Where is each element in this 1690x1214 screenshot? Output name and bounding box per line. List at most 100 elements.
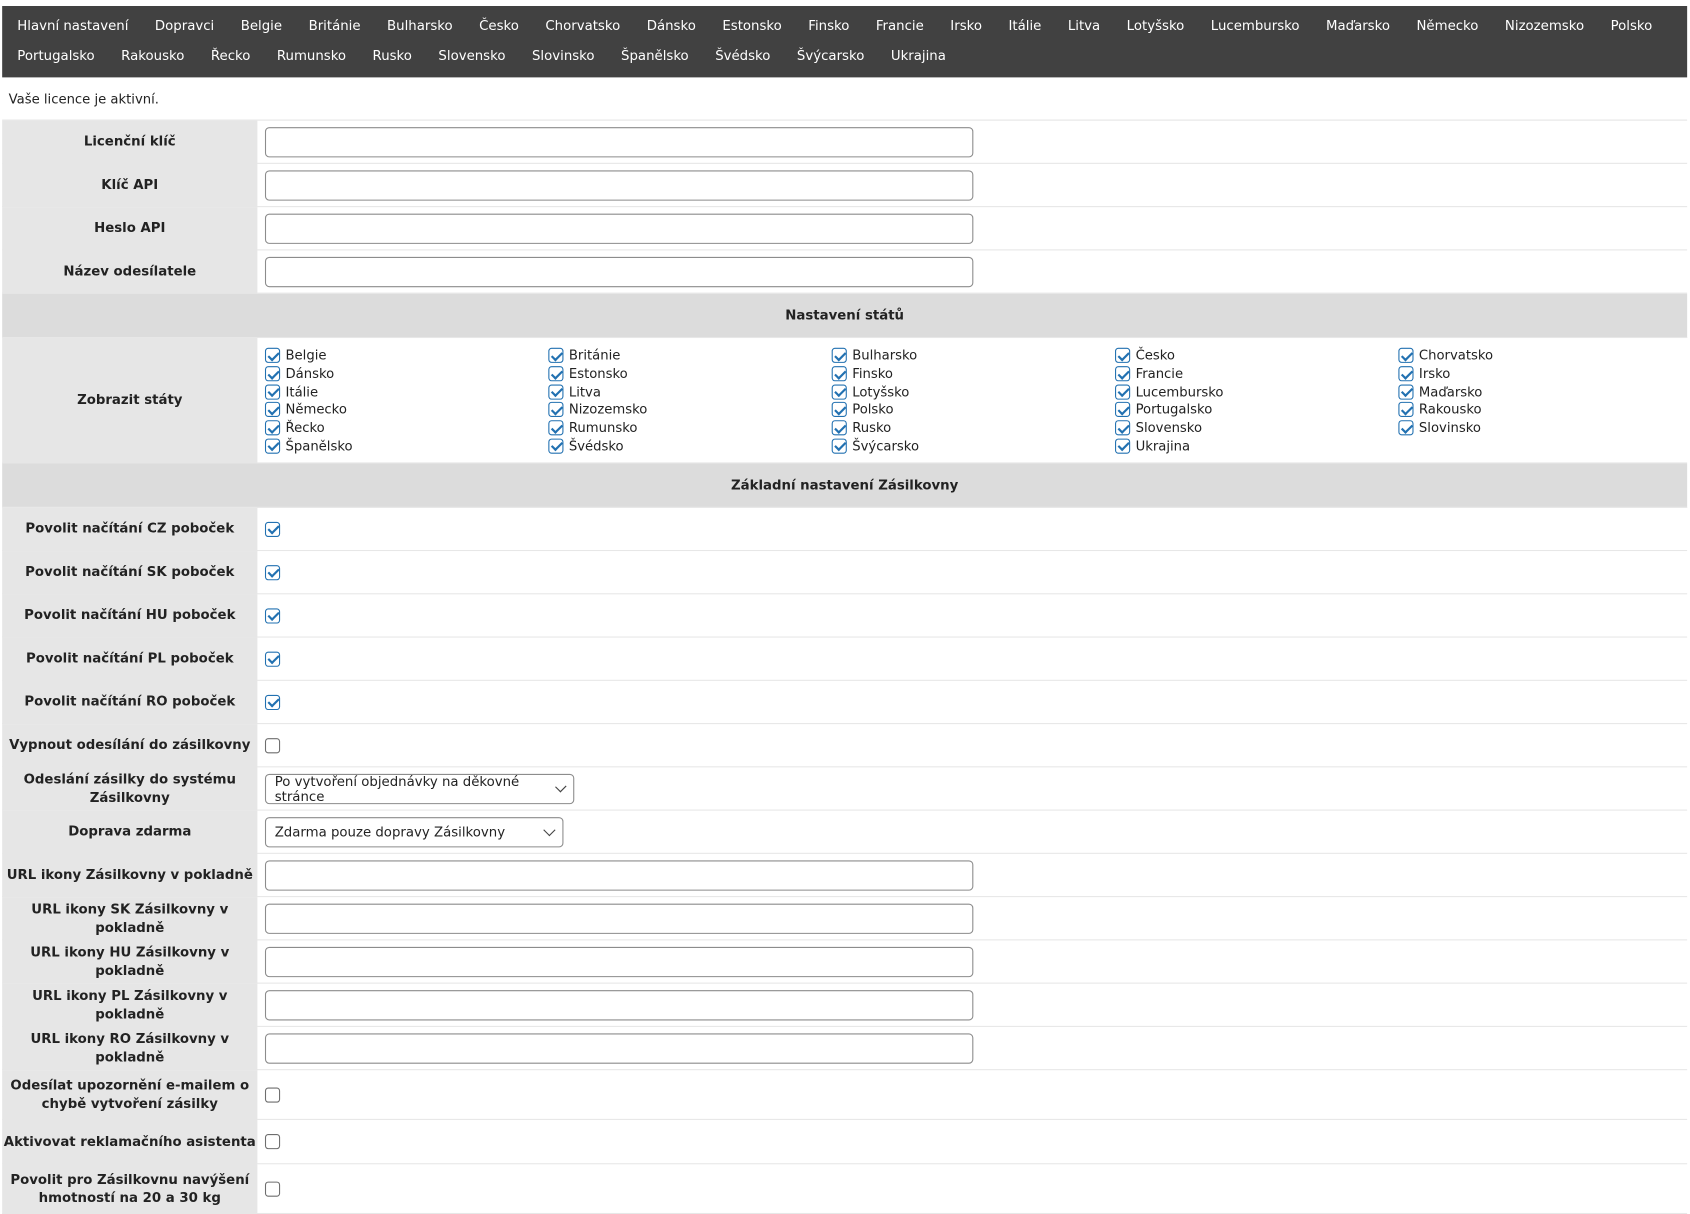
country-checkbox[interactable]: [264, 384, 281, 400]
nav-tab[interactable]: Dopravci: [144, 18, 230, 33]
country-option[interactable]: Česko: [1115, 347, 1398, 365]
nav-tab[interactable]: Ukrajina: [880, 48, 962, 63]
license-key-input[interactable]: [264, 126, 974, 157]
icon-url-pl-input[interactable]: [264, 989, 974, 1021]
country-checkbox[interactable]: [1115, 438, 1131, 454]
nav-tab[interactable]: Rumunsko: [266, 48, 362, 63]
nav-tab[interactable]: Finsko: [797, 18, 865, 33]
country-option[interactable]: Dánsko: [264, 365, 548, 383]
email-notify-checkbox[interactable]: [264, 1087, 281, 1103]
country-option[interactable]: Francie: [1115, 365, 1398, 383]
country-option[interactable]: Švédsko: [548, 437, 831, 455]
disable-sending-checkbox[interactable]: [264, 737, 281, 753]
nav-tab[interactable]: Francie: [865, 18, 939, 33]
country-checkbox[interactable]: [548, 402, 564, 418]
country-option[interactable]: Rusko: [831, 419, 1115, 437]
nav-tab[interactable]: Portugalsko: [6, 48, 110, 63]
nav-tab[interactable]: Estonsko: [712, 18, 798, 33]
country-option[interactable]: Belgie: [264, 347, 548, 365]
nav-tab[interactable]: Hlavní nastavení: [6, 18, 144, 33]
nav-tab[interactable]: Španělsko: [610, 48, 704, 63]
country-checkbox[interactable]: [1398, 384, 1414, 400]
nav-tab[interactable]: Belgie: [230, 18, 298, 33]
nav-tab[interactable]: Slovensko: [428, 48, 522, 63]
country-checkbox[interactable]: [1398, 348, 1414, 364]
allow-pl-checkbox[interactable]: [264, 651, 281, 667]
nav-tab[interactable]: Německo: [1406, 18, 1494, 33]
country-option[interactable]: Španělsko: [264, 437, 548, 455]
country-checkbox[interactable]: [1115, 402, 1131, 418]
country-option[interactable]: Lotyšsko: [831, 383, 1115, 401]
country-checkbox[interactable]: [1115, 348, 1131, 364]
weight-increase-checkbox[interactable]: [264, 1181, 281, 1197]
country-option[interactable]: Slovensko: [1115, 419, 1398, 437]
sender-name-input[interactable]: [264, 256, 974, 287]
nav-tab[interactable]: Dánsko: [636, 18, 712, 33]
country-option[interactable]: Ukrajina: [1115, 437, 1398, 455]
country-option[interactable]: Slovinsko: [1398, 419, 1681, 437]
allow-cz-checkbox[interactable]: [264, 521, 281, 537]
country-checkbox[interactable]: [1115, 420, 1131, 436]
country-option[interactable]: Rakousko: [1398, 401, 1681, 419]
country-checkbox[interactable]: [264, 348, 281, 364]
country-option[interactable]: Irsko: [1398, 365, 1681, 383]
country-checkbox[interactable]: [264, 402, 281, 418]
country-option[interactable]: Itálie: [264, 383, 548, 401]
country-checkbox[interactable]: [548, 384, 564, 400]
country-checkbox[interactable]: [831, 348, 847, 364]
country-checkbox[interactable]: [1398, 420, 1414, 436]
country-option[interactable]: Británie: [548, 347, 831, 365]
nav-tab[interactable]: Bulharsko: [376, 18, 468, 33]
allow-sk-checkbox[interactable]: [264, 564, 281, 580]
country-option[interactable]: Nizozemsko: [548, 401, 831, 419]
nav-tab[interactable]: Rakousko: [110, 48, 200, 63]
nav-tab[interactable]: Česko: [468, 18, 534, 33]
nav-tab[interactable]: Švédsko: [704, 48, 786, 63]
icon-url-sk-input[interactable]: [264, 903, 974, 934]
nav-tab[interactable]: Švýcarsko: [786, 48, 880, 63]
country-checkbox[interactable]: [831, 366, 847, 382]
country-checkbox[interactable]: [1115, 384, 1131, 400]
nav-tab[interactable]: Polsko: [1600, 18, 1668, 33]
nav-tab[interactable]: Irsko: [939, 18, 997, 33]
country-checkbox[interactable]: [264, 420, 281, 436]
country-checkbox[interactable]: [1115, 366, 1131, 382]
icon-url-hu-input[interactable]: [264, 946, 974, 977]
country-option[interactable]: Polsko: [831, 401, 1115, 419]
country-option[interactable]: Litva: [548, 383, 831, 401]
country-checkbox[interactable]: [1398, 402, 1414, 418]
country-checkbox[interactable]: [548, 420, 564, 436]
country-option[interactable]: Chorvatsko: [1398, 347, 1681, 365]
country-checkbox[interactable]: [831, 420, 847, 436]
nav-tab[interactable]: Řecko: [200, 48, 266, 63]
country-checkbox[interactable]: [831, 402, 847, 418]
send-mode-select[interactable]: Po vytvoření objednávky na děkovné strán…: [264, 773, 575, 804]
free-shipping-select[interactable]: Zdarma pouze dopravy Zásilkovny: [264, 816, 564, 848]
country-option[interactable]: Bulharsko: [831, 347, 1115, 365]
country-option[interactable]: Finsko: [831, 365, 1115, 383]
allow-hu-checkbox[interactable]: [264, 607, 281, 624]
country-option[interactable]: Řecko: [264, 419, 548, 437]
country-checkbox[interactable]: [1398, 366, 1414, 382]
country-checkbox[interactable]: [264, 438, 281, 454]
nav-tab[interactable]: Rusko: [362, 48, 428, 63]
nav-tab[interactable]: Litva: [1057, 18, 1116, 33]
nav-tab[interactable]: Slovinsko: [521, 48, 610, 63]
nav-tab[interactable]: Lucembursko: [1200, 18, 1315, 33]
country-checkbox[interactable]: [831, 384, 847, 400]
country-option[interactable]: Estonsko: [548, 365, 831, 383]
nav-tab[interactable]: Nizozemsko: [1494, 18, 1600, 33]
country-option[interactable]: Maďarsko: [1398, 383, 1681, 401]
nav-tab[interactable]: Maďarsko: [1315, 18, 1405, 33]
country-checkbox[interactable]: [548, 438, 564, 454]
api-key-input[interactable]: [264, 169, 974, 201]
country-option[interactable]: Švýcarsko: [831, 437, 1115, 455]
country-checkbox[interactable]: [548, 366, 564, 382]
country-option[interactable]: Lucembursko: [1115, 383, 1398, 401]
country-option[interactable]: Německo: [264, 401, 548, 419]
api-password-input[interactable]: [264, 213, 974, 244]
nav-tab[interactable]: Lotyšsko: [1116, 18, 1200, 33]
country-option[interactable]: Rumunsko: [548, 419, 831, 437]
country-checkbox[interactable]: [831, 438, 847, 454]
claim-assistant-checkbox[interactable]: [264, 1134, 281, 1150]
